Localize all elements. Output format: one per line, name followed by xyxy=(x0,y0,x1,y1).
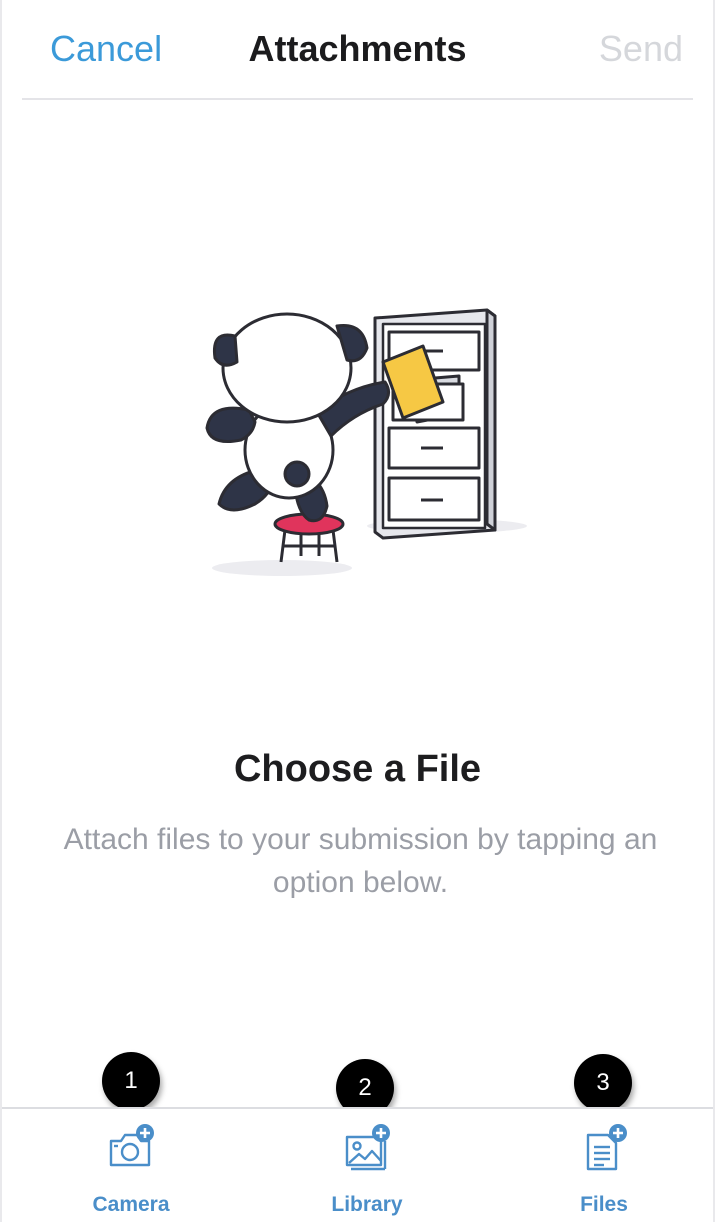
attachments-screen: Cancel Attachments Send Choose a File At… xyxy=(0,0,715,1222)
page-title: Attachments xyxy=(248,28,467,69)
filing-cabinet xyxy=(373,308,497,540)
attachment-toolbar: Camera Library Files xyxy=(2,1107,713,1222)
camera-button[interactable]: Camera xyxy=(56,1121,206,1217)
send-button[interactable]: Send xyxy=(599,28,683,70)
library-label: Library xyxy=(331,1193,403,1216)
panda-filing-cabinet-illustration xyxy=(205,308,527,576)
camera-label: Camera xyxy=(92,1193,170,1216)
navigation-bar: Cancel Attachments Send xyxy=(22,0,693,100)
panda xyxy=(205,312,390,523)
empty-state-description: Attach files to your submission by tappi… xyxy=(63,823,658,899)
camera-add-icon xyxy=(109,1124,154,1167)
document-add-icon xyxy=(586,1124,627,1171)
empty-state-title: Choose a File xyxy=(233,748,482,790)
library-button[interactable]: Library xyxy=(292,1121,442,1217)
files-label: Files xyxy=(580,1193,628,1216)
photo-library-add-icon xyxy=(345,1124,390,1171)
files-button[interactable]: Files xyxy=(529,1121,679,1217)
callout-badge-1: 1 xyxy=(102,1052,160,1110)
callout-badge-3: 3 xyxy=(574,1054,632,1112)
